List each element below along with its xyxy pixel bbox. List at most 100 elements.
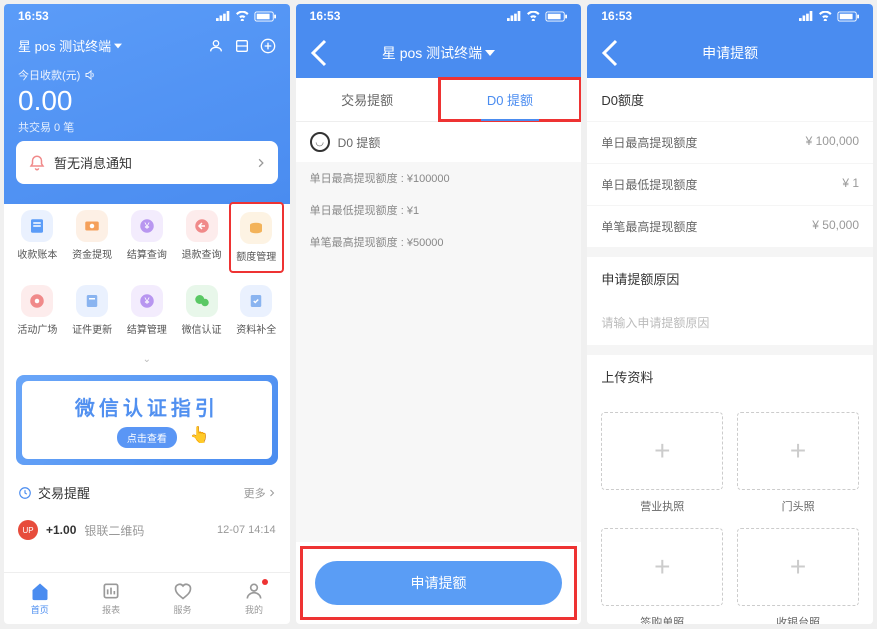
status-time: 16:53 (310, 9, 341, 23)
badge-dot (262, 579, 268, 585)
upload-box[interactable]: + (601, 412, 723, 490)
tab-service[interactable]: 服务 (147, 573, 218, 624)
upload-storefront: +门头照 (737, 412, 859, 514)
grid-item-data-complete[interactable]: 资料补全 (229, 277, 284, 344)
section-upload: 上传资料 (587, 355, 873, 398)
chevron-right-icon (256, 158, 266, 168)
caret-down-icon (485, 48, 495, 58)
chevron-right-icon (268, 489, 276, 497)
limit-header: 16:53 星 pos 测试终端 (296, 4, 582, 78)
tab-home[interactable]: 首页 (4, 573, 75, 624)
grid-expand[interactable]: ⌄ (4, 352, 290, 367)
face-icon: ◡ (310, 132, 330, 152)
notice-text: 暂无消息通知 (54, 153, 248, 172)
upload-cashier: +收银台照 (737, 528, 859, 624)
apply-body: D0额度 单日最高提现额度¥ 100,000 单日最低提现额度¥ 1 单笔最高提… (587, 78, 873, 624)
tab-report[interactable]: 报表 (75, 573, 146, 624)
row-single-max: 单笔最高提现额度¥ 50,000 (587, 205, 873, 247)
today-amount: 0.00 (4, 83, 290, 119)
apply-container: 申请提额 (300, 546, 578, 620)
tx-amount: +1.00 (46, 523, 76, 537)
wechat-banner[interactable]: 微信认证指引 点击查看 👆 (16, 375, 278, 465)
banner-button[interactable]: 点击查看 (117, 427, 177, 448)
tx-more-link[interactable]: 更多 (244, 485, 276, 501)
limit-tabs: 交易提额 D0 提额 (296, 78, 582, 122)
row-daily-min: 单日最低提现额度¥ 1 (587, 163, 873, 205)
screen-apply: 16:53 申请提额 D0额度 单日最高提现额度¥ 100,000 单日最低提现… (587, 4, 873, 624)
grid-item-ledger[interactable]: 收款账本 (10, 202, 65, 273)
info-daily-max: 单日最高提现额度 : ¥100000 (296, 162, 582, 194)
status-bar: 16:53 (4, 4, 290, 28)
upload-box[interactable]: + (737, 528, 859, 606)
scan-icon[interactable] (234, 38, 250, 54)
limit-body: ◡ D0 提额 单日最高提现额度 : ¥100000 单日最低提现额度 : ¥1… (296, 122, 582, 542)
status-bar: 16:53 (296, 4, 582, 28)
svg-text:¥: ¥ (143, 221, 150, 231)
contact-icon[interactable] (208, 38, 224, 54)
tx-section-title: 交易提醒 (18, 483, 90, 502)
info-daily-min: 单日最低提现额度 : ¥1 (296, 194, 582, 226)
finger-icon: 👆 (190, 425, 210, 445)
back-icon[interactable] (310, 38, 328, 68)
notice-bar[interactable]: 暂无消息通知 (16, 141, 278, 184)
grid-item-settlement-query[interactable]: ¥结算查询 (119, 202, 174, 273)
tx-time: 12-07 14:14 (217, 524, 276, 536)
status-time: 16:53 (18, 9, 49, 23)
banner-title: 微信认证指引 (75, 392, 219, 421)
grid-item-refund-query[interactable]: 退款查询 (174, 202, 229, 273)
section-d0-limit: D0额度 (587, 78, 873, 121)
row-daily-max: 单日最高提现额度¥ 100,000 (587, 121, 873, 163)
tx-desc: 银联二维码 (84, 522, 209, 539)
caret-down-icon (114, 42, 122, 50)
bell-icon (28, 154, 46, 172)
page-title[interactable]: 星 pos 测试终端 (328, 43, 550, 63)
tx-count: 共交易 0 笔 (4, 119, 290, 141)
grid-item-activity[interactable]: 活动广场 (10, 277, 65, 344)
unionpay-icon: UP (18, 520, 38, 540)
upload-grid: +营业执照 +门头照 +签购单照 +收银台照 (587, 398, 873, 624)
back-icon[interactable] (601, 38, 619, 68)
header-actions (208, 38, 276, 54)
upload-license: +营业执照 (601, 412, 723, 514)
status-icons (799, 11, 859, 22)
nav-row: 申请提额 (587, 28, 873, 78)
sound-icon[interactable] (84, 69, 96, 81)
tab-d0-limit[interactable]: D0 提额 (439, 78, 582, 121)
home-header: 16:53 星 pos 测试终端 今日收款(元) 0.00 共交易 0 笔 (4, 4, 290, 204)
grid-item-withdraw[interactable]: 资金提现 (65, 202, 120, 273)
screen-home: 16:53 星 pos 测试终端 今日收款(元) 0.00 共交易 0 笔 (4, 4, 290, 624)
status-bar: 16:53 (587, 4, 873, 28)
section-reason: 申请提额原因 (587, 257, 873, 300)
grid-item-settlement-mgmt[interactable]: ¥结算管理 (119, 277, 174, 344)
grid-item-wechat-cert[interactable]: 微信认证 (174, 277, 229, 344)
reason-input[interactable]: 请输入申请提额原因 (587, 300, 873, 345)
grid-item-cert-update[interactable]: 证件更新 (65, 277, 120, 344)
tab-tx-limit[interactable]: 交易提额 (296, 78, 439, 121)
status-time: 16:53 (601, 9, 632, 23)
clock-icon (18, 486, 32, 500)
tx-section-header: 交易提醒 更多 (4, 473, 290, 512)
status-icons (216, 11, 276, 22)
info-single-max: 单笔最高提现额度 : ¥50000 (296, 226, 582, 258)
page-title: 申请提额 (619, 43, 841, 63)
today-label: 今日收款(元) (4, 63, 290, 83)
apply-button[interactable]: 申请提额 (315, 561, 563, 605)
plus-icon[interactable] (260, 38, 276, 54)
upload-receipt: +签购单照 (601, 528, 723, 624)
tab-mine[interactable]: 我的 (218, 573, 289, 624)
tab-bar: 首页 报表 服务 我的 (4, 572, 290, 624)
upload-box[interactable]: + (601, 528, 723, 606)
screen-limit: 16:53 星 pos 测试终端 交易提额 D0 提额 ◡ D0 提额 单日最高… (296, 4, 582, 624)
nav-row: 星 pos 测试终端 (296, 28, 582, 78)
terminal-selector[interactable]: 星 pos 测试终端 (18, 36, 122, 55)
apply-header: 16:53 申请提额 (587, 4, 873, 78)
tx-row[interactable]: UP +1.00 银联二维码 12-07 14:14 (4, 512, 290, 548)
d0-title: D0 提额 (338, 134, 381, 151)
status-icons (507, 11, 567, 22)
grid-item-limit-mgmt[interactable]: 额度管理 (229, 202, 284, 273)
d0-header-row: ◡ D0 提额 (296, 122, 582, 162)
terminal-row: 星 pos 测试终端 (4, 28, 290, 63)
upload-box[interactable]: + (737, 412, 859, 490)
svg-text:¥: ¥ (143, 296, 150, 306)
function-grid: 收款账本 资金提现 ¥结算查询 退款查询 额度管理 活动广场 证件更新 ¥结算管… (4, 194, 290, 352)
